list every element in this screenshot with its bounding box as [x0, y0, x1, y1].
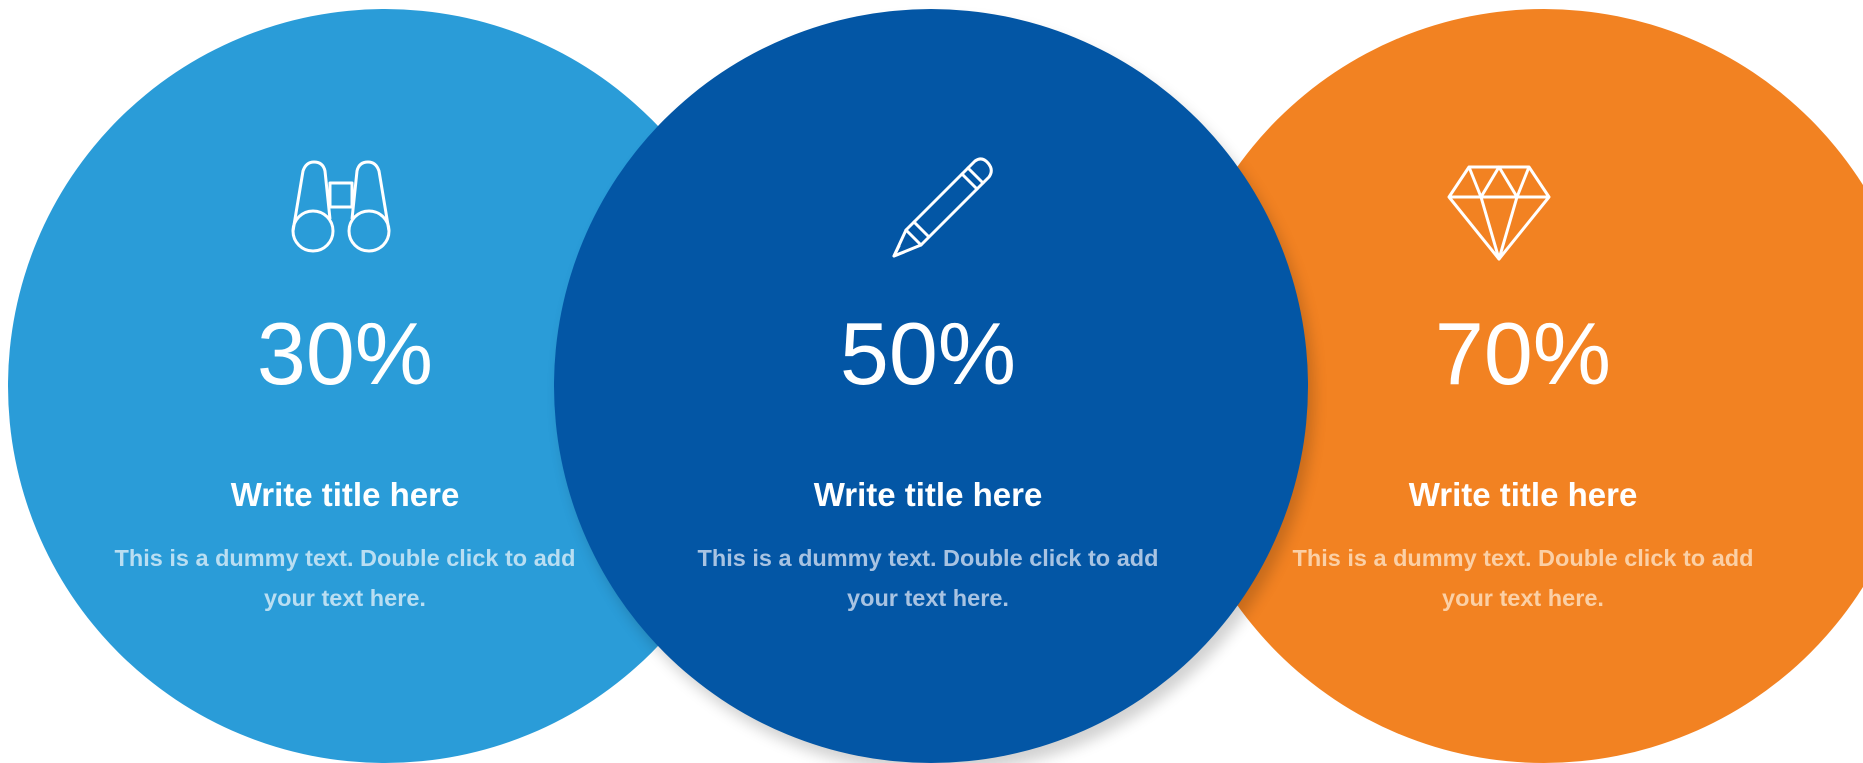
panel-description: This is a dummy text. Double click to ad… [1292, 545, 1754, 611]
panel-title: Write title here [813, 476, 1043, 513]
stat-panel-2: 50% Write title here This is a dummy tex… [628, 0, 1228, 763]
stat-panel-1: 30% Write title here This is a dummy tex… [45, 0, 645, 763]
panel-description: This is a dummy text. Double click to ad… [697, 545, 1159, 611]
percent-value: 70% [1434, 304, 1612, 403]
percent-value: 50% [839, 304, 1017, 403]
percent-value: 30% [256, 304, 434, 403]
diamond-icon [1447, 165, 1551, 261]
pencil-icon [892, 157, 993, 258]
panel-title: Write title here [1408, 476, 1638, 513]
panel-description: This is a dummy text. Double click to ad… [114, 545, 576, 611]
panel-title: Write title here [230, 476, 460, 513]
stat-panel-3: 70% Write title here This is a dummy tex… [1223, 0, 1823, 763]
binoculars-icon [291, 160, 391, 253]
